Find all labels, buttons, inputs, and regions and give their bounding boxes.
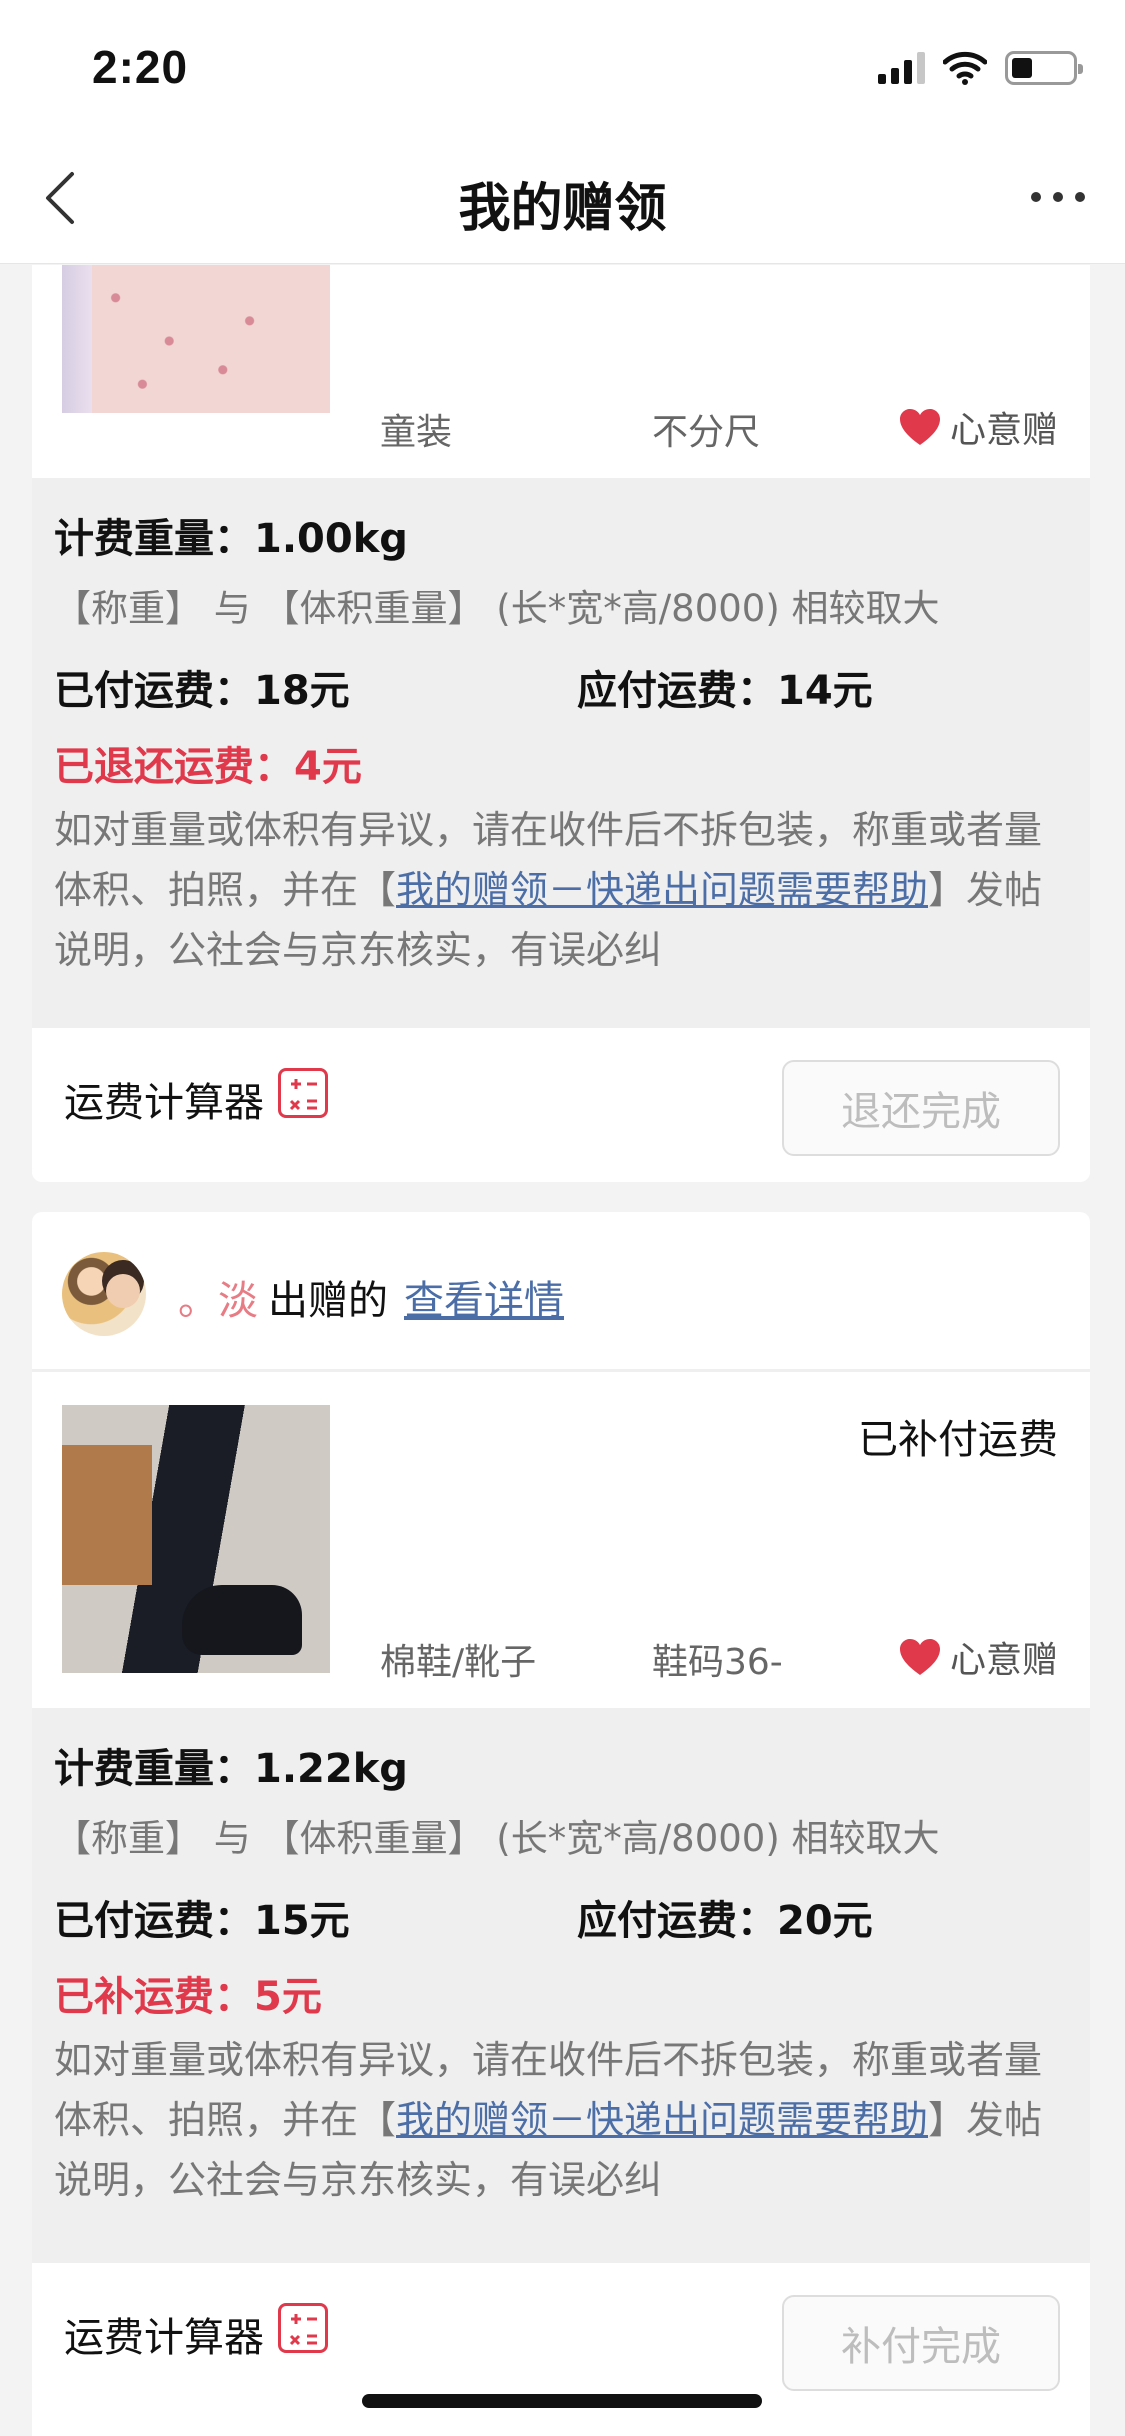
- product-category: 童装: [380, 412, 453, 453]
- product-size: 不分尺: [652, 412, 761, 453]
- product-tag: 心意赠: [898, 1631, 1058, 1683]
- due-fee: 应付运费：14元: [577, 668, 873, 714]
- status-icons: [878, 48, 1083, 88]
- wifi-icon: [943, 51, 987, 85]
- product-tag: 心意赠: [898, 401, 1058, 453]
- help-link[interactable]: 我的赠领－快递出问题需要帮助: [396, 868, 928, 912]
- due-fee: 应付运费：20元: [577, 1898, 873, 1944]
- signal-icon: [878, 52, 925, 84]
- heart-icon: [899, 1639, 940, 1675]
- dispute-description: 如对重量或体积有异议，请在收件后不拆包装，称重或者量体积、拍照，并在【我的赠领－…: [54, 800, 1074, 980]
- dispute-description: 如对重量或体积有异议，请在收件后不拆包装，称重或者量体积、拍照，并在【我的赠领－…: [54, 2030, 1074, 2210]
- view-details-link[interactable]: 查看详情: [404, 1268, 564, 1326]
- supplement-complete-button[interactable]: 补付完成: [782, 2295, 1060, 2391]
- status-label: 已补付运费: [858, 1417, 1058, 1463]
- calculator-icon[interactable]: [278, 2303, 328, 2353]
- product-row[interactable]: 已补付运费 棉鞋/靴子 鞋码36- 心意赠: [32, 1375, 1090, 1683]
- refunded-fee: 已退还运费：4元: [54, 744, 362, 790]
- battery-icon: [1005, 51, 1083, 85]
- calculator-icon[interactable]: [278, 1068, 328, 1118]
- heart-icon: [899, 409, 940, 445]
- product-tag-label: 心意赠: [949, 410, 1058, 451]
- paid-fee: 已付运费：15元: [54, 1898, 350, 1944]
- product-photo[interactable]: [62, 265, 330, 413]
- product-photo[interactable]: [62, 1405, 330, 1673]
- gift-list[interactable]: 童装 不分尺 心意赠 计费重量：1.00kg 【称重】 与 【体积重量】 (长*…: [0, 265, 1125, 2436]
- page-title: 我的赠领: [458, 179, 667, 239]
- calculator-row: 运费计算器 退还完成: [32, 1028, 1090, 1178]
- avatar[interactable]: [62, 1252, 146, 1336]
- donor-suffix: 出赠的: [268, 1278, 388, 1324]
- weight-note: 【称重】 与 【体积重量】 (长*宽*高/8000) 相较取大: [54, 587, 940, 630]
- gift-card: 。淡 出赠的 查看详情 已补付运费 棉鞋/靴子 鞋码36- 心意赠 计费重量：1…: [32, 1212, 1090, 2436]
- product-tag-label: 心意赠: [949, 1640, 1058, 1681]
- status-time: 2:20: [92, 41, 189, 93]
- calculator-row: 运费计算器 补付完成: [32, 2263, 1090, 2413]
- shipping-info: 计费重量：1.22kg 【称重】 与 【体积重量】 (长*宽*高/8000) 相…: [32, 1708, 1090, 2263]
- product-category: 棉鞋/靴子: [380, 1642, 537, 1683]
- more-icon[interactable]: [1031, 192, 1085, 202]
- home-indicator[interactable]: [362, 2394, 762, 2408]
- supplement-fee: 已补运费：5元: [54, 1974, 322, 2020]
- product-size: 鞋码36-: [652, 1642, 783, 1683]
- weight-note: 【称重】 与 【体积重量】 (长*宽*高/8000) 相较取大: [54, 1817, 940, 1860]
- shipping-info: 计费重量：1.00kg 【称重】 与 【体积重量】 (长*宽*高/8000) 相…: [32, 478, 1090, 1028]
- billing-weight: 计费重量：1.22kg: [54, 1746, 408, 1792]
- billing-weight: 计费重量：1.00kg: [54, 516, 408, 562]
- gift-card: 童装 不分尺 心意赠 计费重量：1.00kg 【称重】 与 【体积重量】 (长*…: [32, 265, 1090, 1182]
- status-bar: 2:20: [0, 0, 1125, 132]
- paid-fee: 已付运费：18元: [54, 668, 350, 714]
- donor-row: 。淡 出赠的 查看详情: [32, 1212, 1090, 1372]
- nav-bar: 我的赠领: [0, 132, 1125, 264]
- help-link[interactable]: 我的赠领－快递出问题需要帮助: [396, 2098, 928, 2142]
- calculator-label[interactable]: 运费计算器: [64, 2305, 264, 2363]
- calculator-label[interactable]: 运费计算器: [64, 1070, 264, 1128]
- donor-name[interactable]: 。淡: [178, 1268, 258, 1326]
- refund-complete-button[interactable]: 退还完成: [782, 1060, 1060, 1156]
